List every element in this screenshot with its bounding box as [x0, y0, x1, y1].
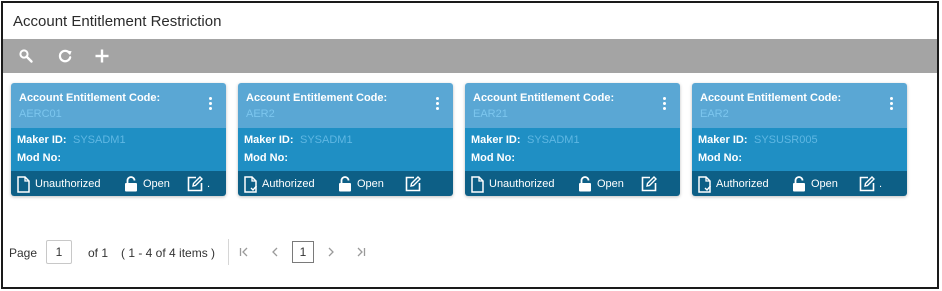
- edit-button[interactable]: .: [859, 175, 882, 193]
- unlock-icon: [339, 176, 351, 192]
- maker-id-value: SYSADM1: [300, 134, 353, 146]
- card-footer: Unauthorized Open: [465, 171, 680, 196]
- card-body: Maker ID: SYSADM1 Mod No:: [465, 128, 680, 171]
- edit-button[interactable]: [405, 175, 421, 193]
- mod-no-label: Mod No:: [244, 152, 288, 164]
- code-value: AERC01: [19, 108, 62, 120]
- document-icon: [471, 175, 484, 193]
- document-icon: [17, 175, 30, 193]
- kebab-menu-icon[interactable]: [660, 97, 668, 113]
- lock-status: Open: [338, 175, 384, 193]
- toolbar: [3, 39, 937, 73]
- lock-status: Open: [792, 175, 838, 193]
- kebab-menu-icon[interactable]: [433, 97, 441, 113]
- card-header: Account Entitlement Code: AER2: [238, 83, 453, 128]
- prev-page-button[interactable]: [268, 243, 282, 261]
- lock-status: Open: [124, 175, 170, 193]
- current-page-button[interactable]: 1: [292, 241, 314, 263]
- code-value: EAR21: [473, 108, 508, 120]
- card-footer: Unauthorized Open .: [11, 171, 226, 196]
- add-button[interactable]: [87, 39, 117, 73]
- entitlement-card[interactable]: Account Entitlement Code: AERC01 Maker I…: [11, 83, 226, 196]
- card-body: Maker ID: SYSADM1 Mod No:: [11, 128, 226, 171]
- divider: [228, 239, 229, 265]
- card-header: Account Entitlement Code: EAR21: [465, 83, 680, 128]
- page-title: Account Entitlement Restriction: [13, 13, 222, 30]
- chevron-left-icon: [272, 247, 278, 257]
- document-check-icon: [244, 175, 257, 193]
- lock-label: Open: [143, 178, 170, 190]
- code-value: AER2: [246, 108, 275, 120]
- edit-icon: [405, 176, 421, 192]
- refresh-button[interactable]: [50, 39, 80, 73]
- items-count-label: ( 1 - 4 of 4 items ): [121, 246, 216, 260]
- status-label: Unauthorized: [35, 178, 101, 190]
- kebab-menu-icon[interactable]: [887, 97, 895, 113]
- next-page-button[interactable]: [324, 243, 338, 261]
- maker-id-label: Maker ID:: [698, 134, 748, 146]
- card-footer: Authorized Open .: [692, 171, 907, 196]
- status-label: Unauthorized: [489, 178, 555, 190]
- kebab-menu-icon[interactable]: [206, 97, 214, 113]
- lock-label: Open: [357, 178, 384, 190]
- mod-no-label: Mod No:: [471, 152, 515, 164]
- mod-no-label: Mod No:: [17, 152, 61, 164]
- card-header: Account Entitlement Code: EAR2: [692, 83, 907, 128]
- code-label: Account Entitlement Code:: [700, 92, 842, 104]
- chevron-right-icon: [328, 247, 334, 257]
- entitlement-card[interactable]: Account Entitlement Code: EAR21 Maker ID…: [465, 83, 680, 196]
- code-label: Account Entitlement Code:: [246, 92, 388, 104]
- status-badge: Unauthorized: [17, 175, 100, 193]
- main-panel: Account Entitlement Restriction Account …: [1, 1, 939, 289]
- last-page-button[interactable]: [354, 243, 368, 261]
- card-body: Maker ID: SYSUSR005 Mod No:: [692, 128, 907, 171]
- unlock-icon: [125, 176, 137, 192]
- maker-id-label: Maker ID:: [471, 134, 521, 146]
- status-badge: Authorized: [244, 175, 315, 193]
- edit-icon: [187, 176, 203, 192]
- entitlement-card[interactable]: Account Entitlement Code: EAR2 Maker ID:…: [692, 83, 907, 196]
- edit-icon: [641, 176, 657, 192]
- refresh-icon: [58, 49, 72, 63]
- maker-id-label: Maker ID:: [244, 134, 294, 146]
- maker-id-value: SYSADM1: [527, 134, 580, 146]
- search-button[interactable]: [11, 39, 41, 73]
- card-footer: Authorized Open: [238, 171, 453, 196]
- maker-id-value: SYSUSR005: [754, 134, 818, 146]
- first-page-button[interactable]: [237, 243, 251, 261]
- document-check-icon: [698, 175, 711, 193]
- status-label: Authorized: [262, 178, 315, 190]
- code-value: EAR2: [700, 108, 729, 120]
- page-total-label: of 1: [88, 246, 109, 260]
- search-icon: [19, 49, 33, 63]
- status-label: Authorized: [716, 178, 769, 190]
- lock-label: Open: [597, 178, 624, 190]
- edit-button[interactable]: [641, 175, 657, 193]
- unlock-icon: [793, 176, 805, 192]
- plus-icon: [95, 49, 109, 63]
- pagination: Page 1 of 1 ( 1 - 4 of 4 items ) 1: [3, 237, 937, 267]
- unlock-icon: [579, 176, 591, 192]
- page-label: Page: [9, 246, 38, 260]
- status-badge: Unauthorized: [471, 175, 554, 193]
- last-page-icon: [357, 247, 366, 257]
- entitlement-card[interactable]: Account Entitlement Code: AER2 Maker ID:…: [238, 83, 453, 196]
- edit-button[interactable]: .: [187, 175, 210, 193]
- status-badge: Authorized: [698, 175, 769, 193]
- maker-id-value: SYSADM1: [73, 134, 126, 146]
- lock-label: Open: [811, 178, 838, 190]
- maker-id-label: Maker ID:: [17, 134, 67, 146]
- page-number-input[interactable]: 1: [46, 240, 72, 264]
- mod-no-label: Mod No:: [698, 152, 742, 164]
- first-page-icon: [239, 247, 248, 257]
- code-label: Account Entitlement Code:: [19, 92, 161, 104]
- lock-status: Open: [578, 175, 624, 193]
- card-body: Maker ID: SYSADM1 Mod No:: [238, 128, 453, 171]
- code-label: Account Entitlement Code:: [473, 92, 615, 104]
- edit-icon: [859, 176, 875, 192]
- card-header: Account Entitlement Code: AERC01: [11, 83, 226, 128]
